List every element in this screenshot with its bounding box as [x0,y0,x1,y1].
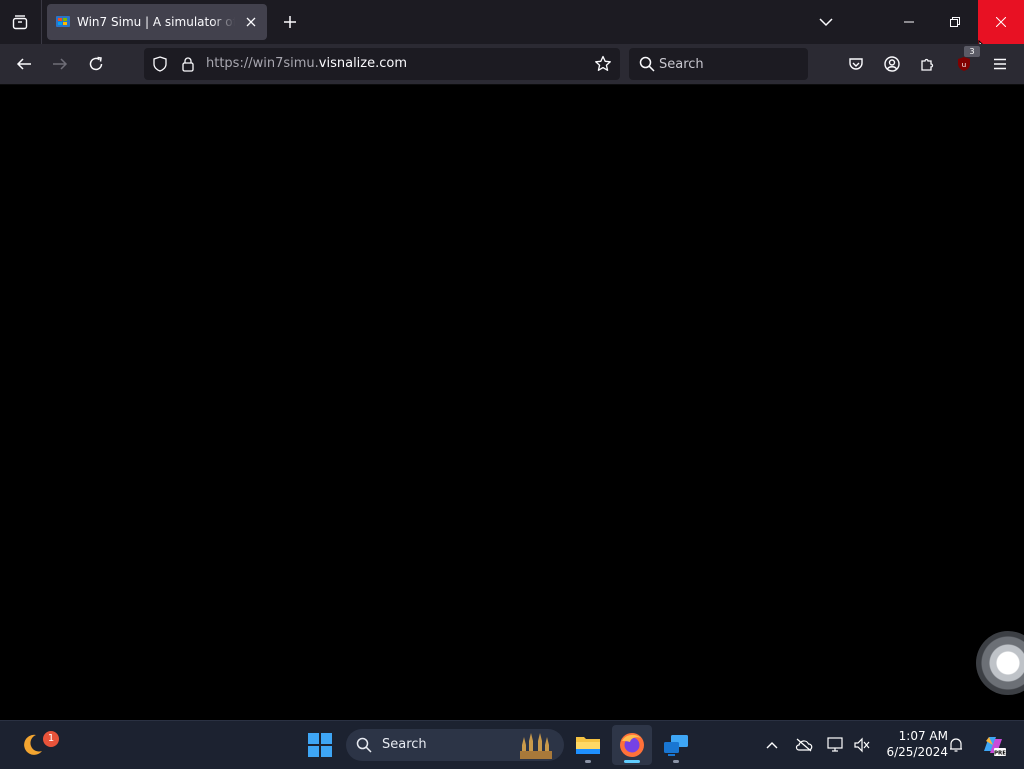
back-button[interactable] [8,48,40,80]
page-content[interactable] [0,85,1024,720]
running-indicator [585,760,591,763]
firefox-icon [619,732,645,758]
windows-7-favicon [55,14,71,30]
tab-strip-divider [41,0,42,44]
taskbar-remote-desktop[interactable] [656,725,696,765]
navigation-toolbar: https://win7simu.visnalize.com u 3 [0,44,1024,85]
forward-button[interactable] [44,48,76,80]
show-hidden-icons-button[interactable] [760,733,784,757]
widgets-notification-badge: 1 [43,731,59,747]
chevron-up-icon [766,741,778,749]
plus-icon [283,15,297,29]
onedrive-offline-icon [795,738,813,752]
volume-muted-icon [853,737,871,753]
network-display-icon [827,737,845,753]
onedrive-tray-button[interactable] [792,733,816,757]
clock-time: 1:07 AM [898,729,948,743]
notification-center-button[interactable] [944,733,968,757]
network-tray-button[interactable] [824,733,848,757]
new-tab-button[interactable] [276,8,304,36]
list-all-tabs-icon [12,14,28,30]
reload-button[interactable] [80,48,112,80]
sagrada-familia-icon [518,731,554,759]
search-icon [639,56,655,72]
account-icon [884,56,900,72]
taskbar-firefox[interactable] [612,725,652,765]
svg-text:u: u [962,61,966,69]
ublock-count-badge: 3 [964,46,980,57]
copilot-pre-icon: PRE [980,733,1006,757]
hamburger-menu-icon [993,58,1007,70]
pocket-icon [848,56,864,72]
reload-icon [88,56,104,72]
taskbar-search-box[interactable]: Search [346,729,564,761]
tab-win7simu[interactable]: Win7 Simu | A simulator of Windows 7 [47,4,267,40]
search-input[interactable] [659,55,799,73]
extensions-button[interactable] [912,48,944,80]
restore-button[interactable] [932,0,978,44]
taskbar-clock[interactable]: 1:07 AM 6/25/2024 [878,728,948,760]
url-domain: visnalize.com [318,56,408,71]
chevron-down-icon [819,17,833,27]
app-menu-button[interactable] [984,48,1016,80]
minimize-icon [904,17,914,27]
restore-icon [950,17,960,27]
close-tab-button[interactable] [241,12,261,32]
taskbar-search-label: Search [382,737,427,752]
windows-taskbar: 1 Search 1:07 AM 6/25/2024 PRE [0,720,1024,769]
list-all-tabs-button[interactable] [4,6,36,38]
close-icon [246,17,256,27]
remote-desktop-icon [663,733,689,757]
tracking-protection-shield-icon[interactable] [152,56,168,72]
windows-11-start-icon [308,733,332,757]
url-text: https://win7simu.visnalize.com [206,56,407,72]
star-icon [594,55,612,73]
close-window-button[interactable] [978,0,1024,44]
arrow-left-icon [16,56,32,72]
taskbar-file-explorer[interactable] [568,725,608,765]
running-indicator [673,760,679,763]
notification-bell-icon [948,737,964,753]
tab-strip: Win7 Simu | A simulator of Windows 7 [0,0,1024,58]
pocket-button[interactable] [840,48,872,80]
volume-tray-button[interactable] [850,733,874,757]
tab-title: Win7 Simu | A simulator of Windows 7 [77,15,235,29]
copilot-button[interactable]: PRE [980,733,1006,757]
active-window-indicator [624,760,640,763]
search-icon [356,737,372,753]
ublock-origin-button[interactable]: u 3 [948,46,980,80]
padlock-icon[interactable] [180,56,196,72]
file-explorer-icon [575,734,601,756]
widgets-button[interactable]: 1 [12,725,59,765]
bookmark-button[interactable] [592,53,614,75]
puzzle-icon [920,56,936,72]
url-prefix: https://win7simu. [206,56,319,71]
address-bar[interactable]: https://win7simu.visnalize.com [144,48,620,80]
ublock-origin-icon: u [956,56,972,72]
close-icon [996,17,1006,27]
all-tabs-dropdown[interactable] [812,8,840,36]
svg-text:PRE: PRE [994,751,1006,757]
account-button[interactable] [876,48,908,80]
weather-moon-icon [18,731,46,759]
start-button[interactable] [300,725,340,765]
arrow-right-icon [52,56,68,72]
search-bar[interactable] [629,48,808,80]
minimize-button[interactable] [886,0,932,44]
clock-date: 6/25/2024 [886,745,948,759]
